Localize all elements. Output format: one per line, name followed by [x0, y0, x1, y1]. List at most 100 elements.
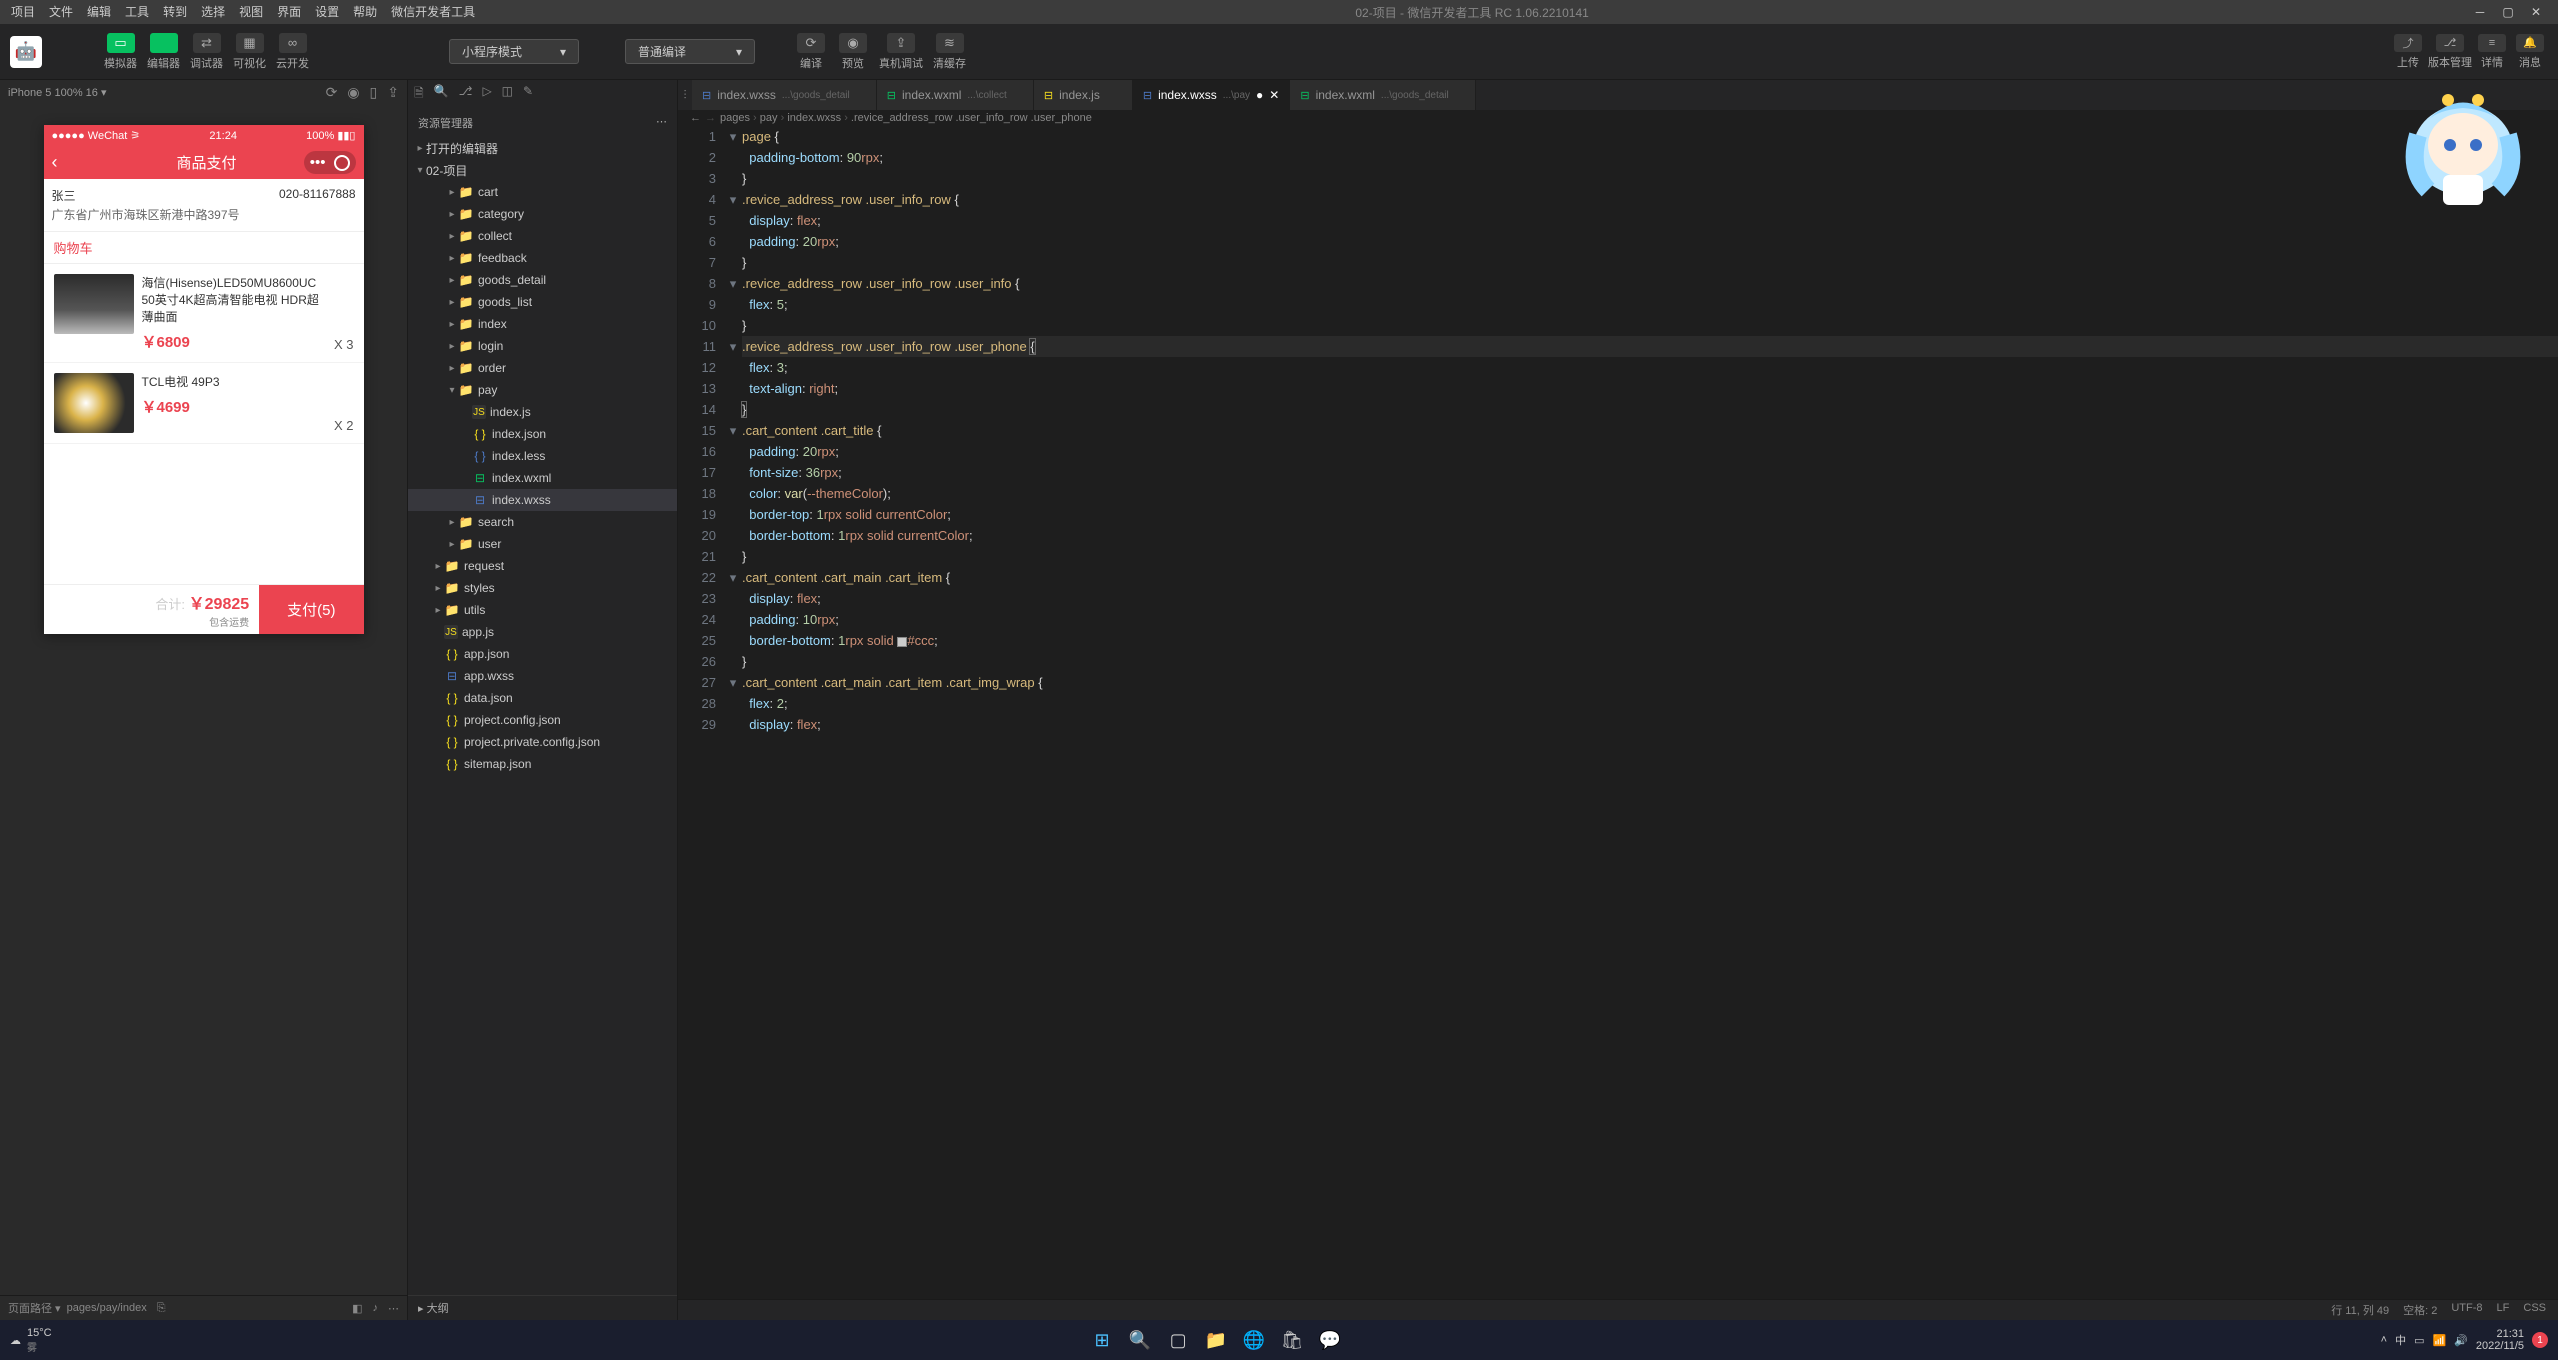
refresh-icon[interactable]: ⟳ — [326, 84, 338, 101]
explorer-icon[interactable]: 📁 — [1200, 1324, 1232, 1356]
ime-label[interactable]: 中 — [2395, 1332, 2406, 1348]
tb-真机调试[interactable]: ⇪真机调试 — [875, 30, 927, 74]
tree-app.js[interactable]: JSapp.js — [408, 621, 677, 643]
device-select[interactable]: iPhone 5 100% 16 ▾ — [8, 86, 106, 99]
cursor-pos[interactable]: 行 11, 列 49 — [2331, 1302, 2389, 1318]
language[interactable]: CSS — [2523, 1302, 2546, 1318]
more-icon[interactable]: ⋯ — [656, 115, 667, 131]
tree-goods_detail[interactable]: ▸📁goods_detail — [408, 269, 677, 291]
start-icon[interactable]: ⊞ — [1086, 1324, 1118, 1356]
tree-data.json[interactable]: { }data.json — [408, 687, 677, 709]
tree-index.wxss[interactable]: ⊟index.wxss — [408, 489, 677, 511]
capsule-button[interactable]: ••• — [304, 151, 356, 174]
chevron-up-icon[interactable]: ˄ — [2381, 1334, 2387, 1346]
mode-select[interactable]: 小程序模式▾ — [449, 39, 579, 64]
tree-login[interactable]: ▸📁login — [408, 335, 677, 357]
menu-文件[interactable]: 文件 — [42, 0, 80, 24]
tab-index.js[interactable]: ⊟index.js✕ — [1034, 80, 1133, 110]
tree-app.json[interactable]: { }app.json — [408, 643, 677, 665]
menu-帮助[interactable]: 帮助 — [346, 0, 384, 24]
tree-index.wxml[interactable]: ⊟index.wxml — [408, 467, 677, 489]
paint-tab-icon[interactable]: ✎ — [523, 84, 533, 105]
volume-icon[interactable]: 🔊 — [2454, 1334, 2468, 1347]
tree-styles[interactable]: ▸📁styles — [408, 577, 677, 599]
tb-编辑器[interactable]: 编辑器 — [143, 30, 184, 74]
notification-badge[interactable]: 1 — [2532, 1332, 2548, 1348]
scene-icon[interactable]: ◧ — [352, 1302, 362, 1315]
edge-icon[interactable]: 🌐 — [1238, 1324, 1270, 1356]
maximize-icon[interactable]: ▢ — [2498, 5, 2518, 19]
menu-界面[interactable]: 界面 — [270, 0, 308, 24]
eol[interactable]: LF — [2497, 1302, 2510, 1318]
menu-编辑[interactable]: 编辑 — [80, 0, 118, 24]
tab-actions-icon[interactable]: ⫶ — [678, 80, 692, 110]
nav-back-icon[interactable]: ← — [690, 112, 701, 124]
tb-预览[interactable]: ◉预览 — [833, 30, 873, 74]
tree-order[interactable]: ▸📁order — [408, 357, 677, 379]
tb-云开发[interactable]: ∞云开发 — [272, 30, 313, 74]
files-tab-icon[interactable]: 🗎 — [414, 84, 424, 105]
store-icon[interactable]: 🛍 — [1276, 1324, 1308, 1356]
menu-转到[interactable]: 转到 — [156, 0, 194, 24]
tree-project.config.json[interactable]: { }project.config.json — [408, 709, 677, 731]
tb-详情[interactable]: ≡详情 — [2474, 34, 2510, 70]
tree-utils[interactable]: ▸📁utils — [408, 599, 677, 621]
clock-date[interactable]: 2022/11/5 — [2476, 1340, 2524, 1352]
copy-icon[interactable]: ⎘ — [157, 1302, 166, 1315]
menu-项目[interactable]: 项目 — [4, 0, 42, 24]
wechat-icon[interactable]: 💬 — [1314, 1324, 1346, 1356]
tree-index[interactable]: ▸📁index — [408, 313, 677, 335]
device-icon[interactable]: ▯ — [370, 84, 378, 101]
tree-request[interactable]: ▸📁request — [408, 555, 677, 577]
git-tab-icon[interactable]: ⎇ — [459, 84, 473, 105]
tb-清缓存[interactable]: ≋清缓存 — [929, 30, 970, 74]
more-icon[interactable]: ⋯ — [388, 1302, 399, 1315]
tree-index.json[interactable]: { }index.json — [408, 423, 677, 445]
search-tab-icon[interactable]: 🔍 — [434, 84, 449, 105]
weather-widget[interactable]: ☁ 15°C雾 — [10, 1327, 52, 1354]
tree-pay[interactable]: ▾📁pay — [408, 379, 677, 401]
tree-index.less[interactable]: { }index.less — [408, 445, 677, 467]
indent-info[interactable]: 空格: 2 — [2403, 1302, 2437, 1318]
tb-编译[interactable]: ⟳编译 — [791, 30, 831, 74]
project-section[interactable]: 02-项目 — [426, 162, 467, 179]
tab-index.wxml[interactable]: ⊟index.wxml...\collect✕ — [877, 80, 1034, 110]
tb-可视化[interactable]: ▦可视化 — [229, 30, 270, 74]
tb-版本管理[interactable]: ⎇版本管理 — [2428, 34, 2472, 70]
debug-tab-icon[interactable]: ▷ — [482, 84, 491, 105]
tree-app.wxss[interactable]: ⊟app.wxss — [408, 665, 677, 687]
record-icon[interactable]: ◉ — [347, 84, 359, 101]
tab-index.wxml[interactable]: ⊟index.wxml...\goods_detail✕ — [1290, 80, 1475, 110]
nav-fwd-icon[interactable]: → — [705, 112, 716, 124]
tab-index.wxss[interactable]: ⊟index.wxss...\goods_detail✕ — [692, 80, 877, 110]
audio-icon[interactable]: ♪ — [373, 1302, 379, 1314]
battery-icon[interactable]: ▭ — [2414, 1334, 2424, 1347]
ext-tab-icon[interactable]: ◫ — [502, 84, 513, 105]
outline-section[interactable]: 大纲 — [427, 1303, 449, 1315]
tree-collect[interactable]: ▸📁collect — [408, 225, 677, 247]
tb-调试器[interactable]: ⇄调试器 — [186, 30, 227, 74]
wifi-icon[interactable]: 📶 — [2432, 1334, 2446, 1347]
encoding[interactable]: UTF-8 — [2451, 1302, 2482, 1318]
pay-button[interactable]: 支付(5) — [259, 585, 363, 634]
tree-cart[interactable]: ▸📁cart — [408, 181, 677, 203]
menu-微信开发者工具[interactable]: 微信开发者工具 — [384, 0, 482, 24]
tb-上传[interactable]: ⤴上传 — [2390, 34, 2426, 70]
open-editors-section[interactable]: 打开的编辑器 — [426, 140, 498, 157]
tab-index.wxss[interactable]: ⊟index.wxss...\pay●✕ — [1133, 80, 1290, 110]
menu-工具[interactable]: 工具 — [118, 0, 156, 24]
tree-goods_list[interactable]: ▸📁goods_list — [408, 291, 677, 313]
tree-category[interactable]: ▸📁category — [408, 203, 677, 225]
path-label[interactable]: 页面路径 ▾ — [8, 1300, 61, 1316]
menu-视图[interactable]: 视图 — [232, 0, 270, 24]
tb-模拟器[interactable]: ▭模拟器 — [100, 30, 141, 74]
minimize-icon[interactable]: ─ — [2470, 5, 2490, 19]
tree-search[interactable]: ▸📁search — [408, 511, 677, 533]
tree-sitemap.json[interactable]: { }sitemap.json — [408, 753, 677, 775]
clock-time[interactable]: 21:31 — [2476, 1328, 2524, 1340]
tree-user[interactable]: ▸📁user — [408, 533, 677, 555]
tree-index.js[interactable]: JSindex.js — [408, 401, 677, 423]
menu-设置[interactable]: 设置 — [308, 0, 346, 24]
tb-消息[interactable]: 🔔消息 — [2512, 34, 2548, 70]
tree-feedback[interactable]: ▸📁feedback — [408, 247, 677, 269]
